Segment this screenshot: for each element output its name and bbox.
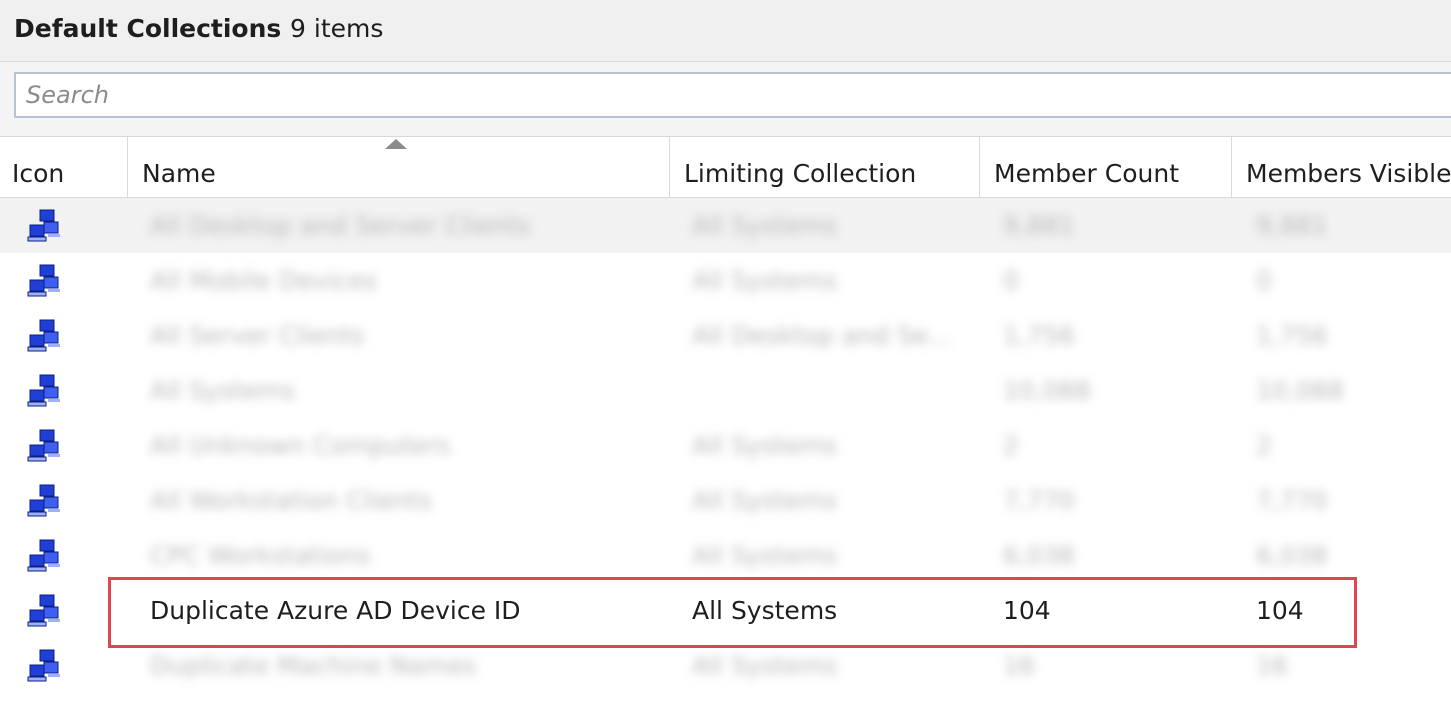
collection-icon: [27, 649, 60, 682]
limiting-collection-cell: All Systems: [692, 266, 838, 295]
name-cell: All Server Clients: [150, 321, 365, 350]
collection-icon: [27, 484, 60, 517]
item-count: 9 items: [290, 14, 384, 43]
row-icon-cell: [22, 583, 72, 638]
limiting-collection-cell: [692, 363, 972, 418]
row-icon-cell: [22, 528, 72, 583]
table-row[interactable]: All Systems 10,088 10,088: [0, 363, 1451, 418]
collection-icon: [27, 209, 60, 242]
name-cell: All Workstation Clients: [150, 486, 432, 515]
title-bar: Default Collections 9 items: [0, 0, 1451, 62]
member-count-cell: 7,770: [1003, 486, 1075, 515]
row-icon-cell: [22, 198, 72, 253]
collections-table: All Desktop and Server Clients All Syste…: [0, 198, 1451, 704]
column-header-icon[interactable]: Icon: [0, 137, 128, 197]
row-icon-cell: [22, 253, 72, 308]
row-icon-cell: [22, 638, 72, 693]
collection-icon: [27, 429, 60, 462]
row-icon-cell: [22, 308, 72, 363]
members-visible-cell: 1,756: [1256, 321, 1328, 350]
column-header-label: Members Visible: [1246, 159, 1451, 188]
member-count-cell: 6,038: [1003, 541, 1075, 570]
members-visible-cell: 16: [1256, 651, 1288, 680]
limiting-collection-cell: All Systems: [692, 431, 838, 460]
collection-icon: [27, 594, 60, 627]
members-visible-cell: 10,088: [1256, 376, 1344, 405]
name-cell: All Unknown Computers: [150, 431, 451, 460]
name-cell: All Desktop and Server Clients: [150, 211, 531, 240]
table-row[interactable]: All Server Clients All Desktop and Se...…: [0, 308, 1451, 363]
row-icon-cell: [22, 418, 72, 473]
search-bar: [0, 62, 1451, 136]
column-header-member-count[interactable]: Member Count: [980, 137, 1232, 197]
limiting-collection-cell: All Systems: [692, 541, 838, 570]
search-input[interactable]: [16, 74, 1451, 116]
column-header-members-visible[interactable]: Members Visible: [1232, 137, 1451, 197]
member-count-cell: 1,756: [1003, 321, 1075, 350]
column-header-label: Limiting Collection: [684, 159, 917, 188]
table-row[interactable]: All Unknown Computers All Systems 2 2: [0, 418, 1451, 473]
limiting-collection-cell: All Systems: [692, 651, 838, 680]
members-visible-cell: 104: [1256, 596, 1304, 625]
table-row[interactable]: Duplicate Machine Names All Systems 16 1…: [0, 638, 1451, 693]
row-icon-cell: [22, 473, 72, 528]
limiting-collection-cell: All Desktop and Se...: [692, 321, 953, 350]
members-visible-cell: 7,770: [1256, 486, 1328, 515]
member-count-cell: 16: [1003, 651, 1035, 680]
name-cell: All Mobile Devices: [150, 266, 378, 295]
limiting-collection-cell: All Systems: [692, 211, 838, 240]
name-cell: CPC Workstations: [150, 541, 371, 570]
name-cell: Duplicate Machine Names: [150, 651, 477, 680]
name-cell: All Systems: [150, 376, 296, 405]
row-icon-cell: [22, 363, 72, 418]
collection-icon: [27, 319, 60, 352]
limiting-collection-cell: All Systems: [692, 486, 838, 515]
member-count-cell: 2: [1003, 431, 1019, 460]
table-row[interactable]: All Workstation Clients All Systems 7,77…: [0, 473, 1451, 528]
table-row-duplicate-azure-ad-device-id[interactable]: Duplicate Azure AD Device ID All Systems…: [0, 583, 1451, 638]
members-visible-cell: 0: [1256, 266, 1272, 295]
member-count-cell: 104: [1003, 596, 1051, 625]
members-visible-cell: 9,881: [1256, 211, 1328, 240]
search-box[interactable]: [14, 72, 1451, 118]
members-visible-cell: 2: [1256, 431, 1272, 460]
sort-ascending-icon: [385, 139, 407, 149]
member-count-cell: 9,881: [1003, 211, 1075, 240]
table-row[interactable]: CPC Workstations All Systems 6,038 6,038: [0, 528, 1451, 583]
collection-icon: [27, 264, 60, 297]
column-header-label: Member Count: [994, 159, 1180, 188]
member-count-cell: 10,088: [1003, 376, 1091, 405]
column-header-limiting-collection[interactable]: Limiting Collection: [670, 137, 980, 197]
column-header-label: Icon: [12, 159, 65, 188]
column-header-label: Name: [142, 159, 216, 188]
name-cell: Duplicate Azure AD Device ID: [150, 596, 521, 625]
table-row[interactable]: All Mobile Devices All Systems 0 0: [0, 253, 1451, 308]
column-header-row: Icon Name Limiting Collection Member Cou…: [0, 136, 1451, 198]
collection-title: Default Collections: [14, 14, 282, 43]
page-title: Default Collections 9 items: [14, 14, 383, 43]
limiting-collection-cell: All Systems: [692, 596, 838, 625]
member-count-cell: 0: [1003, 266, 1019, 295]
collection-icon: [27, 374, 60, 407]
collection-icon: [27, 539, 60, 572]
table-row[interactable]: All Desktop and Server Clients All Syste…: [0, 198, 1451, 253]
members-visible-cell: 6,038: [1256, 541, 1328, 570]
